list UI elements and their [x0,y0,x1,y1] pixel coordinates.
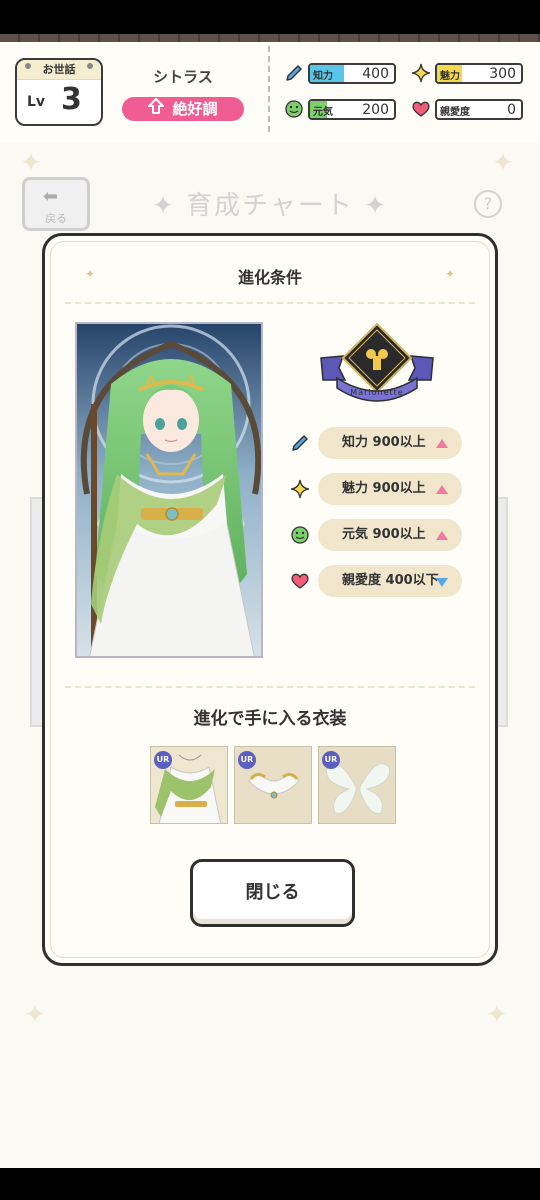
header-border-decoration [0,34,540,42]
sparkle-decoration: ✦ [24,1000,46,1030]
care-level-card[interactable]: お世話 Lv 3 [15,58,103,126]
pencil-icon [283,62,305,84]
heart-icon [289,570,311,592]
rarity-badge: UR [322,751,340,769]
ring-decoration [25,63,31,69]
condition-pill: 元気 900以上 [318,519,462,551]
marionette-emblem: Marionette [319,322,435,404]
condition-pill: 親愛度 400以下 [318,565,462,597]
condition-intelligence: 知力 900以上 [289,427,469,459]
triangle-up-icon [436,485,448,494]
sparkle-decoration: ✦ [20,148,42,178]
level-prefix: Lv [27,94,46,110]
help-button[interactable]: ? [474,190,502,218]
header-divider [268,46,270,132]
heart-icon [410,98,432,120]
emblem-label: Marionette [350,388,404,397]
header: お世話 Lv 3 シトラス 絶好調 知力 400 魅力 300 元気 200 親… [0,42,540,142]
mood-badge: 絶好調 [122,97,244,121]
back-label: 戻る [45,212,67,225]
stat-bar: 元気 200 [308,99,396,120]
back-arrow-icon: ⬅ [43,186,59,207]
stat-bar: 知力 400 [308,63,396,84]
costume-item-collar[interactable]: UR [234,746,312,824]
stat-bar: 親愛度 0 [435,99,523,120]
stat-bar: 魅力 300 [435,63,523,84]
triangle-up-icon [436,531,448,540]
costume-item-wings[interactable]: UR [318,746,396,824]
stat-label: 親愛度 [440,107,470,118]
screen-title-text: 育成チャート [186,191,354,221]
screen-title: ✦ 育成チャート ✦ [120,185,420,222]
sparkle-icon [410,62,432,84]
costume-section-title: 進化で手に入る衣装 [193,709,347,729]
dialog-title: 進化条件 [237,268,302,287]
stat-value: 0 [507,102,516,118]
stat-label: 元気 [313,107,333,118]
condition-pill: 魅力 900以上 [318,473,462,505]
rarity-badge: UR [238,751,256,769]
divider [65,302,475,304]
evolution-conditions-dialog: ✦ ✦ 進化条件 Marionette 知力 900以上 魅力 900以上 元気… [42,233,498,966]
close-button[interactable]: 閉じる [190,859,355,927]
costume-item-shawl[interactable]: UR [150,746,228,824]
arrow-up-icon [148,97,165,121]
condition-text: 知力 900以上 [342,435,426,450]
pencil-icon [289,432,311,454]
condition-pill: 知力 900以上 [318,427,462,459]
stat-label: 魅力 [440,71,460,82]
condition-affection: 親愛度 400以下 [289,565,469,597]
diamond-icon: ✦ [364,191,388,221]
ring-decoration [87,63,93,69]
sparkle-icon [289,478,311,500]
stat-value: 400 [362,66,389,82]
character-portrait [75,322,263,658]
stat-value: 300 [489,66,516,82]
condition-text: 魅力 900以上 [342,481,426,496]
character-name: シトラス [153,68,213,86]
stat-label: 知力 [313,71,333,82]
condition-text: 元気 900以上 [342,527,426,542]
condition-charm: 魅力 900以上 [289,473,469,505]
mood-label: 絶好調 [172,100,218,118]
rarity-badge: UR [154,751,172,769]
divider [65,686,475,688]
stat-value: 200 [362,102,389,118]
level-value: 3 [61,82,82,117]
condition-energy: 元気 900以上 [289,519,469,551]
sparkle-decoration: ✦ [486,1000,508,1030]
diamond-icon: ✦ [152,191,176,221]
navigation-bar [0,1168,540,1200]
triangle-down-icon [436,578,448,587]
smile-icon [283,98,305,120]
back-button[interactable]: ⬅ 戻る [22,177,90,231]
triangle-up-icon [436,439,448,448]
smile-icon [289,524,311,546]
condition-text: 親愛度 400以下 [342,573,439,588]
sparkle-decoration: ✦ [492,148,514,178]
